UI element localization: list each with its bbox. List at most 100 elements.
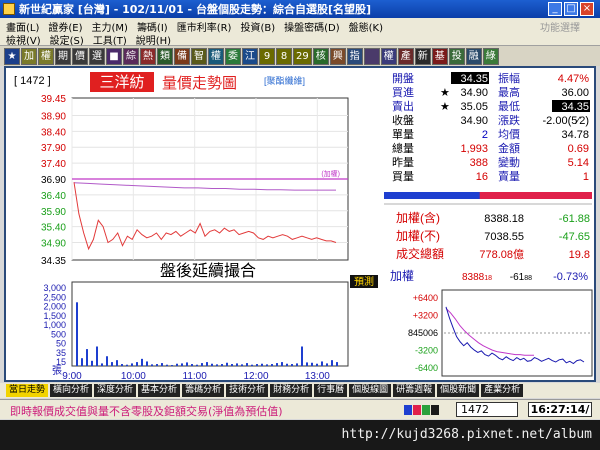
quote-value: 0.69 [568,143,589,155]
toolbar-button-19[interactable]: 興 [329,47,346,65]
time-tick: 13:00 [305,371,330,380]
volume-bar [156,364,158,366]
toolbar-button-0[interactable]: ★ [4,47,20,65]
menu-item-1[interactable]: 證券(E) [48,19,82,34]
volume-bar [321,361,323,366]
toolbar-button-20[interactable]: 指 [346,47,363,65]
toolbar-button-12[interactable]: 權 [208,47,224,65]
toolbar-button-4[interactable]: 價 [72,47,88,65]
quote-label: 總量 [392,141,414,155]
toolbar-button-8[interactable]: 熱 [140,47,156,65]
volume-bar [216,364,218,366]
minimize-button[interactable]: _ [548,2,562,16]
volume-bar [181,363,183,366]
index-label: 成交總額 [396,246,444,261]
menu2-item-2[interactable]: 工具(T) [93,32,127,47]
toolbar-button-13[interactable]: 委 [225,47,241,65]
toolbar-button-16[interactable]: 8 [276,47,292,65]
tab-1[interactable]: 橫向分析 [50,384,93,397]
chart-svg: [ 1472 ] 三洋紡 量價走勢圖 [聚酯纖維] 39.45 38.90 38.4… [14,71,593,382]
quote-label: 變動 [498,155,520,169]
menu-item-4[interactable]: 匯市利率(R) [177,19,232,34]
tab-9[interactable]: 研籌週報 [393,384,436,397]
quote-label: 單量 [392,128,414,141]
toolbar-button-14[interactable]: 江 [242,47,258,65]
menu2-item-3[interactable]: 說明(H) [136,32,171,47]
toolbar-button-1[interactable]: 加 [21,47,37,65]
price-tick: 38.40 [41,127,66,138]
window-titlebar: 新世紀贏家 [台灣] - 102/11/01 - 台盤個股走勢：綜合自選股[名望… [0,0,600,18]
menu2-item-0[interactable]: 檢視(V) [6,32,41,47]
quote-value: 5.14 [568,157,589,169]
tab-8[interactable]: 個股線圖 [349,384,392,397]
mini-chart-tick: -3200 [415,346,438,356]
toolbar-button-21[interactable] [363,47,380,65]
toolbar-button-5[interactable]: 選 [89,47,105,65]
tab-11[interactable]: 產業分析 [481,384,524,397]
tab-3[interactable]: 基本分析 [138,384,181,397]
mini-index-pct: -0.73% [553,271,588,283]
index-summary: 加權(含) 8388.18 -61.88 加權(不) 7038.55 -47.65 成交總額… [396,210,590,261]
volume-bar [151,364,153,366]
close-button[interactable]: × [580,2,594,16]
indicator-black [431,405,439,415]
volume-bar [326,363,328,366]
toolbar-button-7[interactable]: 綜 [123,47,139,65]
volume-bar [126,364,128,366]
toolbar-button-17[interactable]: 29 [293,47,312,65]
quote-value: 34.90 [460,115,488,127]
tab-6[interactable]: 財務分析 [270,384,313,397]
volume-bar [241,364,243,366]
quote-value: 36.00 [561,87,589,99]
volume-bar [186,362,188,366]
tab-7[interactable]: 行事曆 [314,384,348,397]
stock-code-input[interactable]: 1472 [456,402,518,417]
menu-item-7[interactable]: 盤態(K) [349,19,383,34]
menu-row-2: 檢視(V) 設定(S) 工具(T) 說明(H) [6,32,180,47]
toolbar-button-18[interactable]: 核 [312,47,329,65]
toolbar-button-25[interactable]: 基 [431,47,448,65]
chart-panel: [ 1472 ] 三洋紡 量價走勢圖 [聚酯纖維] 39.45 38.90 38.4… [4,66,596,382]
toolbar-button-15[interactable]: 9 [259,47,275,65]
toolbar-button-9[interactable]: 類 [157,47,173,65]
tab-4[interactable]: 籌碼分析 [182,384,225,397]
menu-item-2[interactable]: 主力(M) [92,19,128,34]
index-label: 加權(不) [396,229,440,243]
toolbar-button-24[interactable]: 新 [414,47,431,65]
toolbar-button-26[interactable]: 投 [448,47,465,65]
menu2-item-1[interactable]: 設定(S) [50,32,84,47]
toolbar-button-11[interactable]: 智 [191,47,207,65]
menu-item-3[interactable]: 籌碼(I) [137,19,168,34]
forecast-label: 預測 [354,275,374,288]
volume-bar [111,362,113,366]
toolbar-button-28[interactable]: 綠 [482,47,499,65]
volume-unit: 張 [52,365,62,377]
toolbar-button-27[interactable]: 融 [465,47,482,65]
toolbar-button-3[interactable]: 期 [55,47,71,65]
maximize-button[interactable]: □ [564,2,578,16]
toolbar-button-2[interactable]: 權 [38,47,54,65]
mini-index-label: 加權 [390,269,414,283]
status-color-indicators [404,405,440,415]
mini-index-change: -6188 [510,272,532,283]
menu-item-0[interactable]: 畫面(L) [6,19,39,34]
quote-value: -2.00(5⁄2) [543,115,589,127]
quote-value: 34.78 [561,129,589,141]
toolbar-button-6[interactable]: ■ [106,47,122,65]
price-tick: 34.90 [41,239,66,250]
toolbar: ★ 加權期價選 ■ 綜熱類備智權委江 9 8 29 核興指權產新基投融綠 [0,46,600,66]
toolbar-button-23[interactable]: 產 [397,47,414,65]
status-bar: 即時報價成交值與量不含零股及鉅額交易(淨值為預估值) 1472 16:27:14… [0,399,600,419]
menu-item-6[interactable]: 操盤密碼(D) [284,19,340,34]
price-tick: 34.35 [41,256,66,267]
menu-item-5[interactable]: 投資(B) [240,19,275,34]
volume-bar [131,363,133,366]
tab-10[interactable]: 個股新聞 [437,384,480,397]
tab-0[interactable]: 當日走勢 [6,384,49,397]
time-tick: 11:00 [183,371,208,380]
tab-2[interactable]: 深度分析 [94,384,137,397]
volume-bar [96,346,98,366]
toolbar-button-22[interactable]: 權 [380,47,397,65]
toolbar-button-10[interactable]: 備 [174,47,190,65]
tab-5[interactable]: 技術分析 [226,384,269,397]
